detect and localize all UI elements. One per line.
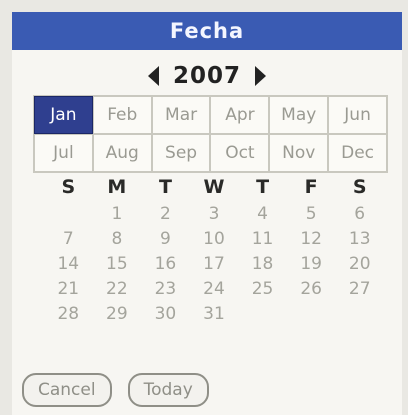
day-cell[interactable]: 25 — [238, 277, 287, 302]
day-cell[interactable]: 17 — [190, 252, 239, 277]
month-cell-sep[interactable]: Sep — [151, 134, 211, 172]
weekday-label: S — [352, 176, 367, 198]
day-cell[interactable]: 7 — [44, 227, 93, 252]
day-cell[interactable]: 24 — [190, 277, 239, 302]
weekday-label: T — [158, 176, 172, 198]
month-cell-jul[interactable]: Jul — [34, 134, 93, 172]
weekday-label: T — [256, 176, 270, 198]
prev-year-arrow-icon[interactable] — [147, 66, 159, 86]
month-cell-jun[interactable]: Jun — [328, 96, 387, 134]
day-cell[interactable]: 22 — [93, 277, 142, 302]
day-cell[interactable]: 10 — [190, 227, 239, 252]
month-cell-mar[interactable]: Mar — [151, 96, 211, 134]
month-grid: Jan Feb Mar Apr May Jun Jul Aug Sep Oct Nov Dec — [33, 95, 388, 173]
month-cell-apr[interactable]: Apr — [210, 96, 270, 134]
year-label: 2007 — [172, 63, 241, 89]
day-cell[interactable]: 15 — [93, 252, 142, 277]
date-picker-dialog: 2007 Jan Feb Mar Apr May Jun Jul Aug Sep Oct Nov De… — [12, 50, 402, 415]
day-cell[interactable]: 29 — [93, 302, 142, 327]
day-cell[interactable]: 14 — [44, 252, 93, 277]
day-cell[interactable]: 2 — [141, 202, 190, 227]
next-year-arrow-icon[interactable] — [255, 66, 266, 86]
weekday-label: S — [61, 176, 76, 198]
day-cell[interactable]: 13 — [335, 227, 384, 252]
day-blank — [44, 202, 93, 227]
month-cell-oct[interactable]: Oct — [210, 134, 270, 172]
day-cell[interactable]: 19 — [287, 252, 336, 277]
day-cell[interactable]: 1 — [93, 202, 142, 227]
dialog-title: Fecha — [169, 19, 245, 43]
month-cell-feb[interactable]: Feb — [92, 96, 152, 134]
weekday-label: M — [107, 176, 127, 198]
day-cell[interactable]: 12 — [287, 227, 336, 252]
day-cell[interactable]: 20 — [335, 252, 384, 277]
day-cell[interactable]: 6 — [335, 202, 384, 227]
date-picker-window: Fecha 2007 Jan Feb Mar Apr May Jun Jul Aug Sep Oc… — [0, 0, 408, 415]
day-cell[interactable]: 8 — [93, 227, 142, 252]
day-cell[interactable]: 30 — [141, 302, 190, 327]
day-cell[interactable]: 21 — [44, 277, 93, 302]
month-cell-aug[interactable]: Aug — [92, 134, 152, 172]
cancel-button[interactable]: Cancel — [22, 373, 112, 407]
day-cell[interactable]: 9 — [141, 227, 190, 252]
day-cell[interactable]: 16 — [141, 252, 190, 277]
day-cell[interactable]: 26 — [287, 277, 336, 302]
weekday-header: SMTWTFS — [44, 176, 384, 202]
day-cell[interactable]: 3 — [190, 202, 239, 227]
day-cell[interactable]: 28 — [44, 302, 93, 327]
day-cell[interactable]: 5 — [287, 202, 336, 227]
year-selector: 2007 — [12, 58, 402, 94]
day-grid: 1 2 3 4 5 6 7 8 9 10 11 12 13 14 15 16 17 18 19 20 21 22 23 24 2… — [44, 202, 384, 327]
month-cell-dec[interactable]: Dec — [328, 134, 387, 172]
month-cell-jan[interactable]: Jan — [34, 96, 93, 134]
month-cell-nov[interactable]: Nov — [269, 134, 329, 172]
weekday-label: F — [304, 176, 318, 198]
dialog-buttons: Cancel Today — [22, 373, 209, 407]
month-cell-may[interactable]: May — [269, 96, 329, 134]
day-cell[interactable]: 11 — [238, 227, 287, 252]
day-cell[interactable]: 18 — [238, 252, 287, 277]
title-bar: Fecha — [12, 12, 402, 52]
day-cell[interactable]: 4 — [238, 202, 287, 227]
weekday-label: W — [203, 176, 225, 198]
today-button[interactable]: Today — [127, 373, 209, 407]
day-cell[interactable]: 27 — [335, 277, 384, 302]
day-cell[interactable]: 31 — [190, 302, 239, 327]
day-cell[interactable]: 23 — [141, 277, 190, 302]
